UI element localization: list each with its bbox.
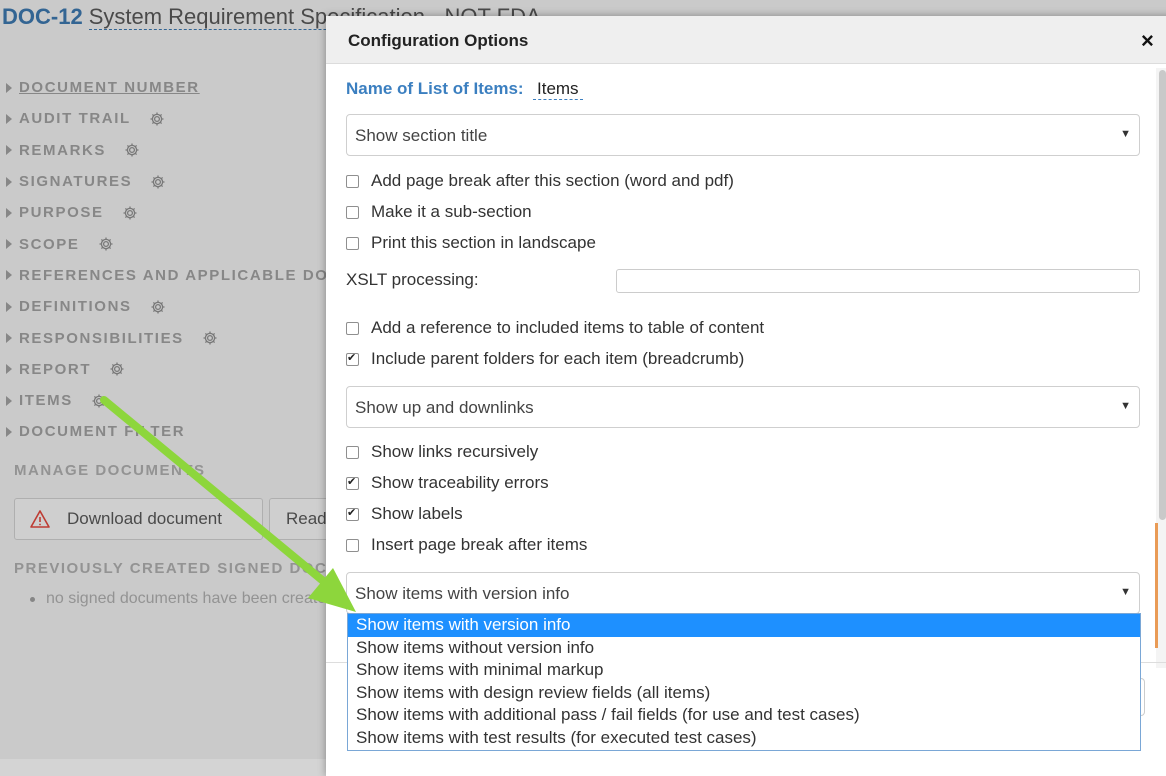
checkbox[interactable] <box>346 236 359 250</box>
section-title-select[interactable]: Show section title ▼ <box>346 114 1140 156</box>
links-select[interactable]: Show up and downlinks ▼ <box>346 386 1140 428</box>
checkbox-label: Include parent folders for each item (br… <box>371 349 745 368</box>
accent-strip <box>1155 523 1158 648</box>
scrollbar-thumb[interactable] <box>1159 70 1166 520</box>
checkbox-label: Show traceability errors <box>371 473 549 492</box>
caret-down-icon: ▼ <box>1120 128 1131 140</box>
checkbox-label: Add page break after this section (word … <box>371 171 734 190</box>
traceability-errors-checkbox-row[interactable]: Show traceability errors <box>346 472 549 494</box>
checkbox-label: Print this section in landscape <box>371 233 596 252</box>
xslt-processing-label: XSLT processing: <box>346 270 479 289</box>
section-title-select-value: Show section title <box>355 126 488 145</box>
checkbox-label: Insert page break after items <box>371 535 588 554</box>
checkbox[interactable] <box>346 538 359 552</box>
version-option[interactable]: Show items with design review fields (al… <box>348 682 1140 705</box>
landscape-checkbox-row[interactable]: Print this section in landscape <box>346 232 596 254</box>
checkbox-checked[interactable] <box>346 351 359 366</box>
xslt-processing-input[interactable] <box>616 269 1140 293</box>
list-name-label: Name of List of Items: <box>346 79 524 98</box>
checkbox[interactable] <box>346 205 359 219</box>
checkbox[interactable] <box>346 445 359 459</box>
checkbox[interactable] <box>346 174 359 188</box>
breadcrumb-checkbox-row[interactable]: Include parent folders for each item (br… <box>346 348 744 370</box>
dialog-title: Configuration Options <box>348 31 529 50</box>
dialog-header: Configuration Options × <box>326 16 1166 64</box>
caret-down-icon: ▼ <box>1120 400 1131 412</box>
sub-section-checkbox-row[interactable]: Make it a sub-section <box>346 201 532 223</box>
checkbox-label: Show links recursively <box>371 442 539 461</box>
checkbox-label: Make it a sub-section <box>371 202 532 221</box>
checkbox[interactable] <box>346 321 359 335</box>
version-option[interactable]: Show items with minimal markup <box>348 659 1140 682</box>
checkbox-checked[interactable] <box>346 506 359 521</box>
toc-reference-checkbox-row[interactable]: Add a reference to included items to tab… <box>346 317 764 339</box>
page-break-checkbox-row[interactable]: Add page break after this section (word … <box>346 170 734 192</box>
page-break-items-checkbox-row[interactable]: Insert page break after items <box>346 534 587 556</box>
checkbox-checked[interactable] <box>346 475 359 490</box>
links-recursive-checkbox-row[interactable]: Show links recursively <box>346 441 538 463</box>
version-option[interactable]: Show items without version info <box>348 637 1140 660</box>
show-labels-checkbox-row[interactable]: Show labels <box>346 503 463 525</box>
version-option-selected[interactable]: Show items with version info <box>348 614 1140 637</box>
version-info-select[interactable]: Show items with version info ▼ <box>346 572 1140 614</box>
close-icon[interactable]: × <box>1141 30 1154 52</box>
links-select-value: Show up and downlinks <box>355 398 534 417</box>
version-info-select-value: Show items with version info <box>355 584 570 603</box>
version-option[interactable]: Show items with additional pass / fail f… <box>348 704 1140 727</box>
checkbox-label: Add a reference to included items to tab… <box>371 318 765 337</box>
checkbox-label: Show labels <box>371 504 463 523</box>
list-name-value[interactable]: Items <box>533 79 583 100</box>
version-option[interactable]: Show items with test results (for execut… <box>348 727 1140 750</box>
caret-down-icon: ▼ <box>1120 586 1131 598</box>
version-info-dropdown: Show items with version info Show items … <box>347 613 1141 751</box>
